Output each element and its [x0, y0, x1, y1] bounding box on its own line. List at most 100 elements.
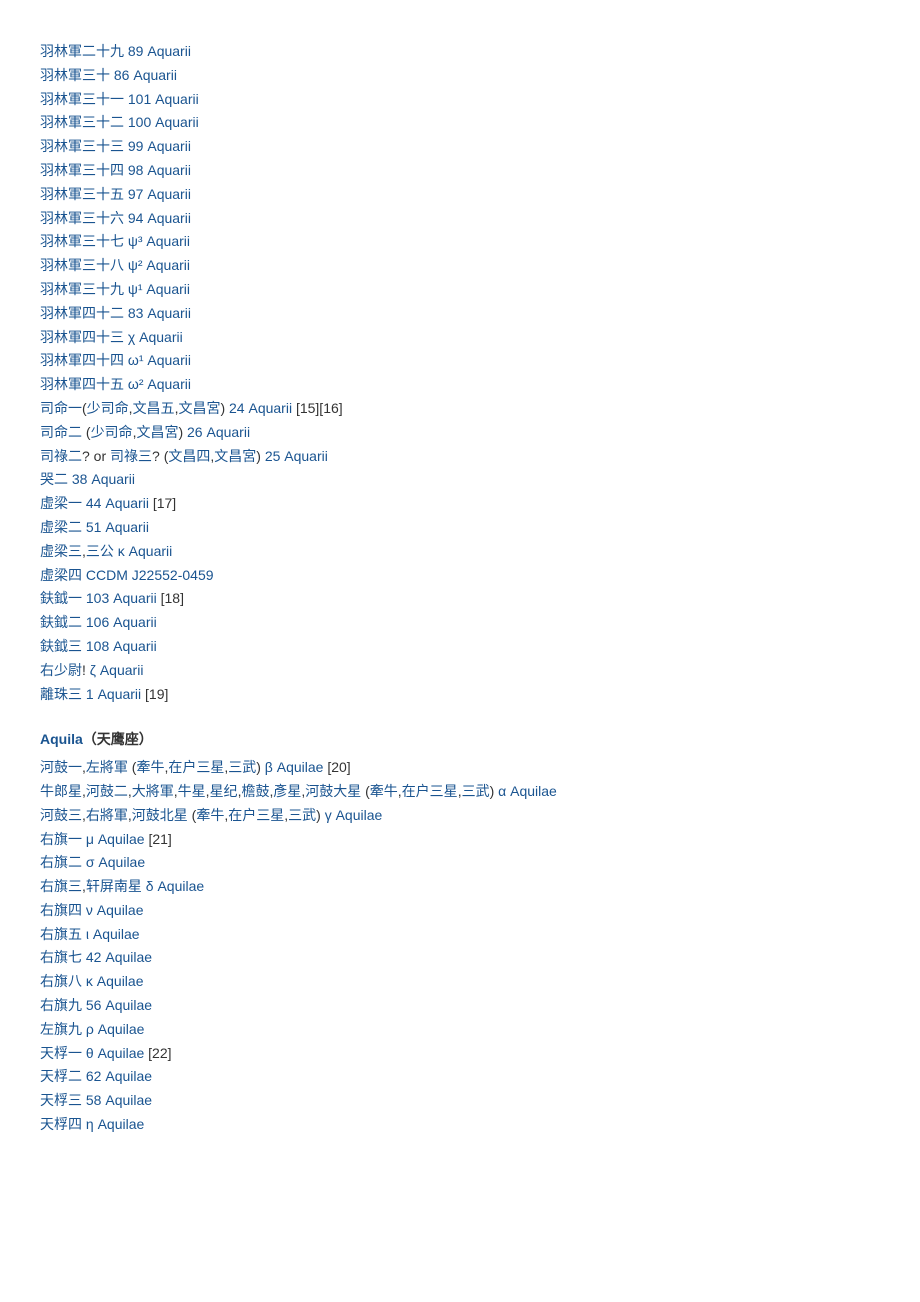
western-star-name-link[interactable]: χ Aquarii: [128, 329, 183, 345]
western-star-name-link[interactable]: CCDM J22552-0459: [86, 567, 214, 583]
chinese-star-name-link[interactable]: 左旗九: [40, 1021, 82, 1037]
chinese-star-name-link[interactable]: 在户三星: [402, 783, 458, 799]
chinese-star-name-link[interactable]: 虛梁一: [40, 495, 82, 511]
western-star-name-link[interactable]: 1 Aquarii: [86, 686, 141, 702]
western-star-name-link[interactable]: θ Aquilae: [86, 1045, 144, 1061]
chinese-star-name-link[interactable]: 文昌五: [133, 400, 175, 416]
chinese-star-name-link[interactable]: 離珠三: [40, 686, 82, 702]
chinese-star-name-link[interactable]: 河鼓三: [40, 807, 82, 823]
western-star-name-link[interactable]: ψ¹ Aquarii: [128, 281, 190, 297]
chinese-star-name-link[interactable]: 天桴一: [40, 1045, 82, 1061]
chinese-star-name-link[interactable]: 三武: [462, 783, 490, 799]
western-star-name-link[interactable]: γ Aquilae: [325, 807, 383, 823]
chinese-star-name-link[interactable]: 右將軍: [86, 807, 128, 823]
chinese-star-name-link[interactable]: 右旗四: [40, 902, 82, 918]
chinese-star-name-link[interactable]: 虛梁二: [40, 519, 82, 535]
chinese-star-name-link[interactable]: 鈇鉞一: [40, 590, 82, 606]
western-star-name-link[interactable]: 83 Aquarii: [128, 305, 191, 321]
chinese-star-name-link[interactable]: 彥星: [273, 783, 301, 799]
chinese-star-name-link[interactable]: 天桴四: [40, 1116, 82, 1132]
western-star-name-link[interactable]: 106 Aquarii: [86, 614, 157, 630]
chinese-star-name-link[interactable]: 羽林軍三十三: [40, 138, 124, 154]
western-star-name-link[interactable]: 86 Aquarii: [114, 67, 177, 83]
chinese-star-name-link[interactable]: 三武: [228, 759, 256, 775]
chinese-star-name-link[interactable]: 羽林軍三十八: [40, 257, 124, 273]
western-star-name-link[interactable]: ψ³ Aquarii: [128, 233, 190, 249]
chinese-star-name-link[interactable]: 鈇鉞二: [40, 614, 82, 630]
chinese-star-name-link[interactable]: 文昌宮: [178, 400, 220, 416]
chinese-star-name-link[interactable]: 鈇鉞三: [40, 638, 82, 654]
chinese-star-name-link[interactable]: 牽牛: [136, 759, 164, 775]
western-star-name-link[interactable]: 38 Aquarii: [72, 471, 135, 487]
chinese-star-name-link[interactable]: 虛梁三: [40, 543, 82, 559]
chinese-star-name-link[interactable]: 文昌宮: [214, 448, 256, 464]
western-star-name-link[interactable]: μ Aquilae: [86, 831, 145, 847]
chinese-star-name-link[interactable]: 羽林軍三十四: [40, 162, 124, 178]
chinese-star-name-link[interactable]: 羽林軍四十三: [40, 329, 124, 345]
western-star-name-link[interactable]: κ Aquarii: [118, 543, 172, 559]
western-star-name-link[interactable]: 56 Aquilae: [86, 997, 152, 1013]
chinese-star-name-link[interactable]: 右旗五: [40, 926, 82, 942]
chinese-star-name-link[interactable]: 河鼓二: [86, 783, 128, 799]
chinese-star-name-link[interactable]: 司命二: [40, 424, 82, 440]
chinese-star-name-link[interactable]: 羽林軍四十四: [40, 352, 124, 368]
chinese-star-name-link[interactable]: 星纪: [210, 783, 238, 799]
chinese-star-name-link[interactable]: 轩屏南星: [86, 878, 142, 894]
chinese-star-name-link[interactable]: 羽林軍三十五: [40, 186, 124, 202]
western-star-name-link[interactable]: σ Aquilae: [86, 854, 145, 870]
chinese-star-name-link[interactable]: 司祿三: [110, 448, 152, 464]
chinese-star-name-link[interactable]: 左將軍: [86, 759, 128, 775]
chinese-star-name-link[interactable]: 文昌宮: [136, 424, 178, 440]
chinese-star-name-link[interactable]: 天桴二: [40, 1068, 82, 1084]
western-star-name-link[interactable]: 101 Aquarii: [128, 91, 199, 107]
western-star-name-link[interactable]: ν Aquilae: [86, 902, 144, 918]
chinese-star-name-link[interactable]: 司祿二: [40, 448, 82, 464]
western-star-name-link[interactable]: 100 Aquarii: [128, 114, 199, 130]
chinese-star-name-link[interactable]: 河鼓一: [40, 759, 82, 775]
western-star-name-link[interactable]: 25 Aquarii: [265, 448, 328, 464]
chinese-star-name-link[interactable]: 右旗一: [40, 831, 82, 847]
chinese-star-name-link[interactable]: 在户三星: [228, 807, 284, 823]
chinese-star-name-link[interactable]: 羽林軍二十九: [40, 43, 124, 59]
western-star-name-link[interactable]: ι Aquilae: [86, 926, 140, 942]
chinese-star-name-link[interactable]: 羽林軍三十二: [40, 114, 124, 130]
chinese-star-name-link[interactable]: 牽牛: [370, 783, 398, 799]
chinese-star-name-link[interactable]: 羽林軍三十一: [40, 91, 124, 107]
western-star-name-link[interactable]: 44 Aquarii: [86, 495, 149, 511]
western-star-name-link[interactable]: 97 Aquarii: [128, 186, 191, 202]
chinese-star-name-link[interactable]: 河鼓北星: [132, 807, 188, 823]
western-star-name-link[interactable]: β Aquilae: [265, 759, 324, 775]
chinese-star-name-link[interactable]: 三公: [86, 543, 114, 559]
chinese-star-name-link[interactable]: 少司命: [91, 424, 133, 440]
western-star-name-link[interactable]: 103 Aquarii: [86, 590, 157, 606]
chinese-star-name-link[interactable]: 檐鼓: [241, 783, 269, 799]
chinese-star-name-link[interactable]: 三武: [288, 807, 316, 823]
western-star-name-link[interactable]: 26 Aquarii: [187, 424, 250, 440]
chinese-star-name-link[interactable]: 右少尉: [40, 662, 82, 678]
aquila-heading-link[interactable]: Aquila: [40, 731, 83, 747]
western-star-name-link[interactable]: 94 Aquarii: [128, 210, 191, 226]
chinese-star-name-link[interactable]: 羽林軍四十二: [40, 305, 124, 321]
western-star-name-link[interactable]: ζ Aquarii: [90, 662, 144, 678]
chinese-star-name-link[interactable]: 河鼓大星: [305, 783, 361, 799]
chinese-star-name-link[interactable]: 右旗八: [40, 973, 82, 989]
western-star-name-link[interactable]: ω¹ Aquarii: [128, 352, 191, 368]
western-star-name-link[interactable]: ρ Aquilae: [86, 1021, 145, 1037]
chinese-star-name-link[interactable]: 少司命: [87, 400, 129, 416]
western-star-name-link[interactable]: δ Aquilae: [146, 878, 204, 894]
western-star-name-link[interactable]: 89 Aquarii: [128, 43, 191, 59]
western-star-name-link[interactable]: ω² Aquarii: [128, 376, 191, 392]
chinese-star-name-link[interactable]: 右旗二: [40, 854, 82, 870]
chinese-star-name-link[interactable]: 羽林軍三十: [40, 67, 110, 83]
chinese-star-name-link[interactable]: 在户三星: [168, 759, 224, 775]
chinese-star-name-link[interactable]: 羽林軍三十九: [40, 281, 124, 297]
chinese-star-name-link[interactable]: 羽林軍四十五: [40, 376, 124, 392]
western-star-name-link[interactable]: 62 Aquilae: [86, 1068, 152, 1084]
chinese-star-name-link[interactable]: 右旗三: [40, 878, 82, 894]
western-star-name-link[interactable]: 58 Aquilae: [86, 1092, 152, 1108]
chinese-star-name-link[interactable]: 右旗九: [40, 997, 82, 1013]
chinese-star-name-link[interactable]: 司命一: [40, 400, 82, 416]
western-star-name-link[interactable]: 24 Aquarii: [229, 400, 292, 416]
chinese-star-name-link[interactable]: 牛星: [178, 783, 206, 799]
chinese-star-name-link[interactable]: 天桴三: [40, 1092, 82, 1108]
